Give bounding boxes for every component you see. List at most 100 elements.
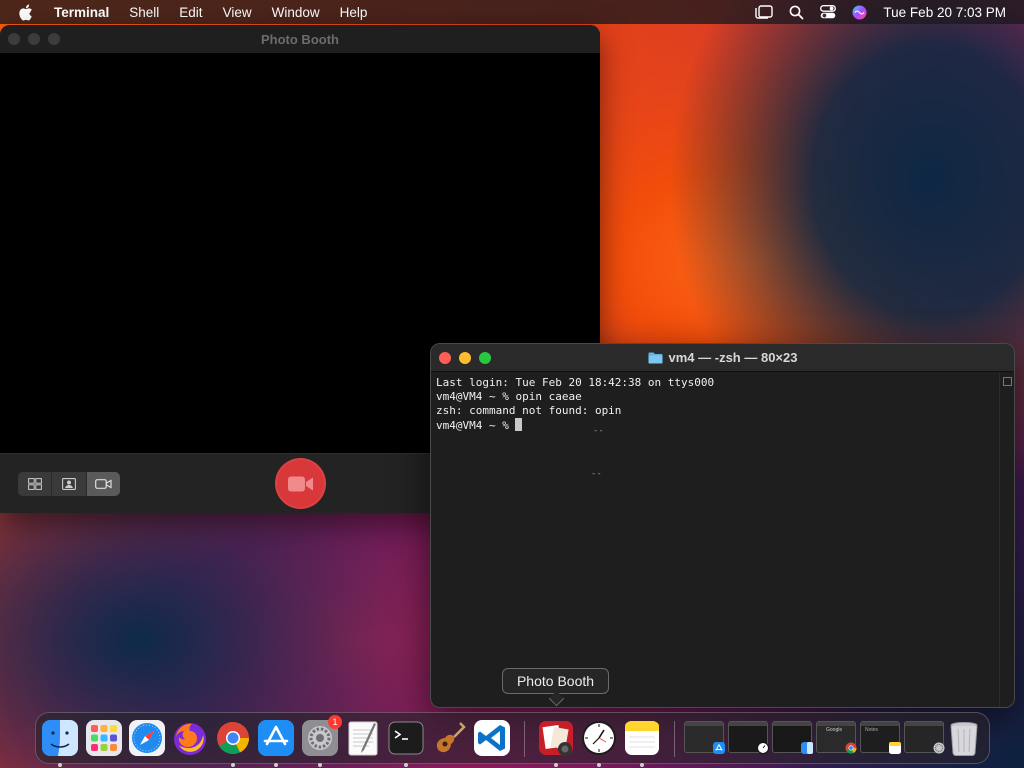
app-store-icon — [258, 720, 294, 756]
dock-separator — [524, 721, 525, 757]
menu-view[interactable]: View — [223, 5, 252, 20]
apple-menu-icon[interactable] — [18, 3, 36, 21]
running-indicator — [597, 763, 601, 767]
notes-icon — [889, 742, 901, 754]
dock-minimized-window[interactable]: Google — [816, 721, 857, 754]
terminal-window-controls — [439, 352, 491, 364]
dock-finder[interactable] — [40, 718, 80, 767]
terminal-scrollbar[interactable] — [999, 373, 1014, 707]
dock-terminal[interactable] — [386, 718, 426, 767]
running-indicator — [231, 763, 235, 767]
dock: 1 Google Notes — [35, 712, 990, 767]
terminal-prompt-line: vm4@VM4 ~ % — [436, 418, 996, 432]
minimized-window-label: Google — [826, 727, 843, 733]
video-mode-button[interactable] — [86, 472, 120, 496]
firefox-icon — [174, 723, 206, 755]
textedit-icon — [348, 721, 378, 756]
running-indicator — [274, 763, 278, 767]
running-indicator — [640, 763, 644, 767]
dock-app-store[interactable] — [256, 718, 296, 767]
launchpad-icon — [86, 720, 122, 756]
portrait-photo-icon — [62, 478, 76, 490]
photo-booth-titlebar[interactable]: Photo Booth — [0, 25, 600, 53]
video-camera-icon — [287, 476, 313, 491]
dock-notes[interactable] — [622, 718, 662, 767]
minimize-button[interactable] — [28, 33, 40, 45]
terminal-window: vm4 — -zsh — 80×23 Last login: Tue Feb 2… — [430, 343, 1015, 708]
chrome-icon — [845, 742, 857, 754]
close-button[interactable] — [8, 33, 20, 45]
photo-booth-window-controls — [8, 33, 60, 45]
photo-booth-title: Photo Booth — [261, 31, 339, 47]
terminal-icon — [388, 721, 424, 755]
dock-launchpad[interactable] — [84, 718, 124, 758]
folder-icon — [648, 352, 662, 363]
running-indicator — [404, 763, 408, 767]
dock-textedit[interactable] — [343, 718, 383, 758]
dock-minimized-window[interactable]: Notes — [860, 721, 901, 754]
running-indicator — [554, 763, 558, 767]
terminal-line: Last login: Tue Feb 20 18:42:38 on ttys0… — [436, 376, 715, 389]
dock-clock[interactable] — [579, 718, 619, 767]
terminal-output[interactable]: Last login: Tue Feb 20 18:42:38 on ttys0… — [431, 373, 1001, 707]
control-center-icon[interactable] — [820, 5, 837, 19]
dock-photo-booth[interactable] — [536, 718, 576, 767]
clock-icon — [757, 742, 769, 754]
four-photo-mode-button[interactable] — [18, 472, 53, 496]
trash-icon — [950, 722, 978, 757]
video-camera-icon — [94, 479, 112, 489]
menu-edit[interactable]: Edit — [179, 5, 202, 20]
clock-icon — [582, 721, 616, 755]
single-photo-mode-button[interactable] — [52, 472, 87, 496]
dock-vscode[interactable] — [472, 718, 512, 758]
terminal-prompt: vm4@VM4 ~ % — [436, 419, 516, 432]
zoom-button[interactable] — [48, 33, 60, 45]
menu-clock[interactable]: Tue Feb 20 7:03 PM — [883, 5, 1006, 20]
dock-firefox[interactable] — [170, 718, 210, 758]
vscode-icon — [474, 720, 510, 756]
dock-trash[interactable] — [944, 718, 984, 758]
dock-minimized-window[interactable] — [728, 721, 769, 754]
grid-four-icon — [27, 478, 42, 490]
menu-bar: Terminal Shell Edit View Window Help Tue… — [0, 0, 1024, 24]
terminal-line: vm4@VM4 ~ % opin caeae — [436, 390, 582, 403]
minimize-button[interactable] — [459, 352, 471, 364]
siri-icon[interactable] — [852, 5, 867, 20]
minimized-window-label: Notes — [865, 727, 879, 733]
menu-app-name[interactable]: Terminal — [54, 5, 109, 20]
terminal-title: vm4 — -zsh — 80×23 — [648, 350, 798, 365]
dock-system-settings[interactable]: 1 — [300, 715, 342, 767]
terminal-line: zsh: command not found: opin — [436, 404, 622, 417]
photo-booth-icon — [539, 721, 573, 756]
rendering-artifact: -- — [593, 426, 604, 436]
dock-minimized-window[interactable] — [684, 721, 725, 754]
dock-minimized-window[interactable] — [904, 721, 945, 754]
menu-bar-extras: Tue Feb 20 7:03 PM — [755, 0, 1006, 24]
dock-minimized-window[interactable] — [772, 721, 813, 754]
dock-tooltip: Photo Booth — [502, 668, 609, 694]
dock-safari[interactable] — [127, 718, 167, 758]
menu-help[interactable]: Help — [340, 5, 368, 20]
terminal-cursor — [515, 418, 523, 431]
chrome-icon — [217, 721, 249, 755]
menu-shell[interactable]: Shell — [129, 5, 159, 20]
terminal-titlebar[interactable]: vm4 — -zsh — 80×23 — [431, 344, 1014, 372]
terminal-title-text: vm4 — -zsh — 80×23 — [668, 350, 798, 365]
scroll-marker-icon — [1003, 377, 1012, 386]
dock-garageband[interactable] — [429, 718, 469, 758]
dock-chrome[interactable] — [213, 718, 253, 767]
close-button[interactable] — [439, 352, 451, 364]
running-indicator — [58, 763, 62, 767]
finder-icon — [42, 720, 78, 756]
dock-tooltip-label: Photo Booth — [516, 673, 595, 689]
capture-mode-selector — [18, 472, 120, 496]
dock-separator — [674, 721, 675, 757]
record-button[interactable] — [275, 458, 326, 509]
running-indicator — [318, 763, 322, 767]
finder-icon — [801, 742, 813, 754]
app-store-icon — [713, 742, 725, 754]
menu-window[interactable]: Window — [272, 5, 320, 20]
spotlight-search-icon[interactable] — [789, 5, 804, 20]
stage-manager-icon[interactable] — [755, 5, 774, 19]
zoom-button[interactable] — [479, 352, 491, 364]
